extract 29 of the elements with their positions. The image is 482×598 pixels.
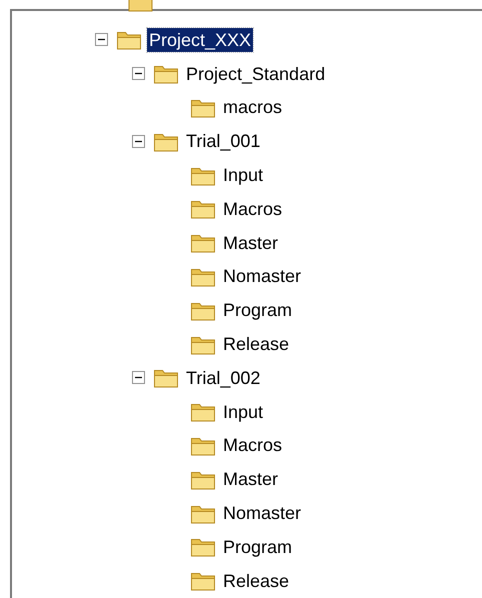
folder-name[interactable]: Master bbox=[221, 230, 280, 255]
folder-name[interactable]: Project_XXX bbox=[147, 28, 254, 52]
folder-name[interactable]: Master bbox=[221, 467, 280, 492]
folder-icon bbox=[153, 367, 179, 388]
folder-name[interactable]: Program bbox=[221, 534, 294, 559]
folder-name[interactable]: Program bbox=[221, 298, 294, 322]
folder-name[interactable]: Trial_001 bbox=[184, 129, 262, 154]
folder-name[interactable]: Macros bbox=[221, 433, 284, 458]
folder-name[interactable]: Nomaster bbox=[221, 264, 304, 288]
folder-name[interactable]: Release bbox=[221, 332, 292, 356]
folder-icon bbox=[190, 401, 216, 422]
collapse-icon[interactable] bbox=[132, 134, 145, 148]
folder-icon bbox=[190, 232, 216, 254]
folder-name[interactable]: Macros bbox=[221, 196, 284, 221]
folder-name[interactable]: Project_Standard bbox=[184, 62, 328, 86]
folder-icon bbox=[116, 29, 142, 50]
folder-name[interactable]: Release bbox=[221, 568, 292, 593]
folder-icon bbox=[190, 570, 216, 592]
folder-name[interactable]: Nomaster bbox=[221, 501, 304, 526]
folder-icon bbox=[190, 198, 216, 220]
folder-name[interactable]: Trial_002 bbox=[184, 366, 262, 390]
folder-name[interactable]: macros bbox=[221, 95, 284, 120]
collapse-icon[interactable] bbox=[95, 33, 108, 46]
folder-icon bbox=[190, 536, 216, 558]
folder-name[interactable]: Input bbox=[221, 400, 266, 424]
collapse-icon[interactable] bbox=[132, 67, 145, 80]
folder-name[interactable]: Input bbox=[221, 163, 266, 188]
folder-icon bbox=[153, 63, 179, 84]
collapse-icon[interactable] bbox=[132, 371, 145, 384]
